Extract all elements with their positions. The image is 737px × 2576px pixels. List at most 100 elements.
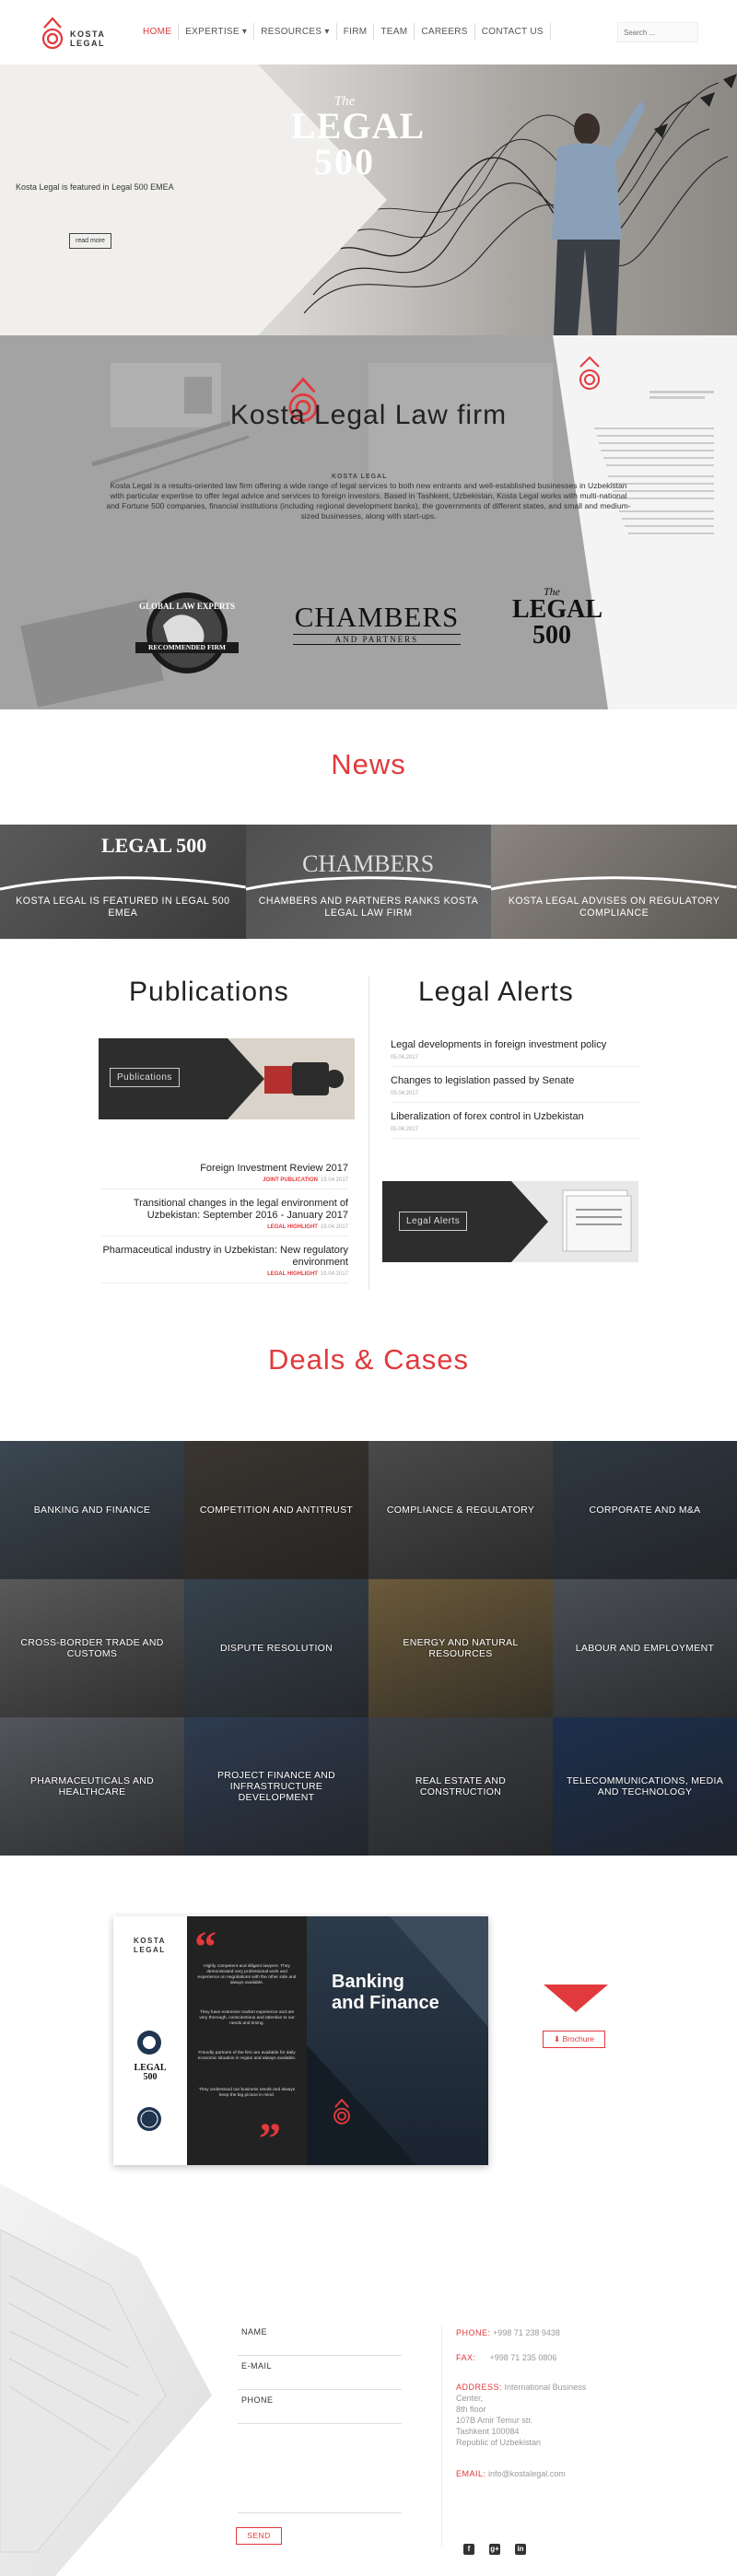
email-key: EMAIL:: [456, 2469, 486, 2478]
brochure-legal-500-logo: LEGAL 500: [134, 2064, 167, 2082]
news-card[interactable]: LEGAL 500 KOSTA LEGAL IS FEATURED IN LEG…: [0, 825, 246, 939]
linkedin-icon[interactable]: in: [515, 2544, 526, 2555]
hero-person-image: [552, 101, 646, 335]
site-header: KOSTA LEGAL HOME EXPERTISE ▾ RESOURCES ▾…: [0, 0, 737, 64]
contact-email: EMAIL: info@kostalegal.com: [456, 2468, 622, 2479]
publication-date: 19.04.2017: [320, 1224, 348, 1230]
news-card-caption: KOSTA LEGAL ADVISES ON REGULATORY COMPLI…: [508, 896, 720, 919]
email-value[interactable]: info@kostalegal.com: [488, 2469, 566, 2478]
site-logo[interactable]: KOSTA LEGAL: [39, 11, 106, 53]
contact-fax: FAX: +998 71 235 0806: [456, 2352, 622, 2363]
publication-meta: LEGAL HIGHLIGHT 19.04.2017: [101, 1271, 348, 1277]
global-law-experts-badge: GLOBAL LAW EXPERTS RECOMMENDED FIRM: [132, 589, 242, 681]
deal-tile[interactable]: LABOUR AND EMPLOYMENT: [553, 1579, 737, 1717]
legal-alerts-title: Legal Alerts: [418, 977, 574, 1007]
email-field[interactable]: E-MAIL: [238, 2356, 402, 2390]
publication-date: 19.04.2017: [320, 1271, 348, 1277]
deal-tile[interactable]: ENERGY AND NATURAL RESOURCES: [368, 1579, 553, 1717]
deal-label: CORPORATE AND M&A: [589, 1505, 701, 1516]
publication-title: Foreign Investment Review 2017: [200, 1163, 348, 1174]
deal-tile[interactable]: DISPUTE RESOLUTION: [184, 1579, 368, 1717]
publication-item[interactable]: Pharmaceutical industry in Uzbekistan: N…: [101, 1245, 348, 1283]
message-field[interactable]: [238, 2418, 402, 2513]
legal-500-legal: LEGAL: [291, 105, 426, 146]
nav-careers[interactable]: CAREERS: [414, 23, 474, 41]
brochure-cover-art: [307, 1916, 488, 2165]
nav-firm[interactable]: FIRM: [335, 23, 374, 41]
phone-value[interactable]: +998 71 238 9438: [493, 2328, 560, 2337]
publications-list: Foreign Investment Review 2017 JOINT PUB…: [101, 1163, 348, 1292]
news-card[interactable]: KOSTA LEGAL ADVISES ON REGULATORY COMPLI…: [491, 825, 737, 939]
about-watermark: KOSTA LEGAL: [332, 474, 388, 480]
news-card[interactable]: CHAMBERS CHAMBERS AND PARTNERS RANKS KOS…: [245, 825, 492, 939]
deal-tile[interactable]: COMPETITION AND ANTITRUST: [184, 1441, 368, 1579]
legal-alerts-banner[interactable]: Legal Alerts: [382, 1181, 638, 1262]
nav-home[interactable]: HOME: [136, 23, 178, 41]
publication-tag: JOINT PUBLICATION: [263, 1177, 318, 1183]
contact-info: PHONE: +998 71 238 9438 FAX: +998 71 235…: [456, 2327, 622, 2493]
nav-team[interactable]: TEAM: [373, 23, 414, 41]
publications-banner[interactable]: Publications: [99, 1038, 355, 1119]
nav-contact-us[interactable]: CONTACT US: [474, 23, 551, 41]
deal-tile[interactable]: PROJECT FINANCE AND INFRASTRUCTURE DEVEL…: [184, 1717, 368, 1856]
legal-500-badge-number: 500: [532, 621, 571, 650]
deals-grid: BANKING AND FINANCE COMPETITION AND ANTI…: [0, 1441, 737, 1856]
quote-close-icon: ”: [259, 2114, 281, 2163]
documents-stack-image: [511, 1181, 638, 1262]
publication-tag: LEGAL HIGHLIGHT: [267, 1271, 318, 1277]
award-badge-icon: [137, 2031, 161, 2055]
publication-tag: LEGAL HIGHLIGHT: [267, 1224, 318, 1230]
publication-meta: JOINT PUBLICATION 19.04.2017: [101, 1177, 348, 1183]
alert-item[interactable]: Legal developments in foreign investment…: [391, 1039, 639, 1067]
brochure-quote: Highly competent and diligent lawyers. T…: [197, 1964, 297, 1985]
deal-tile[interactable]: TELECOMMUNICATIONS, MEDIA AND TECHNOLOGY: [553, 1717, 737, 1856]
phone-key: PHONE:: [456, 2328, 491, 2337]
facebook-icon[interactable]: f: [463, 2544, 474, 2555]
address-line: Republic of Uzbekistan: [456, 2438, 542, 2447]
publication-title: Pharmaceutical industry in Uzbekistan: N…: [102, 1245, 348, 1268]
deal-tile[interactable]: REAL ESTATE AND CONSTRUCTION: [368, 1717, 553, 1856]
alert-item[interactable]: Changes to legislation passed by Senate …: [391, 1075, 639, 1103]
about-section: KOSTA LEGAL Kosta Legal Law firm Kosta L…: [0, 335, 737, 709]
send-button[interactable]: SEND: [236, 2527, 282, 2545]
publication-item[interactable]: Transitional changes in the legal enviro…: [101, 1198, 348, 1236]
fax-value: +998 71 235 0806: [489, 2353, 557, 2362]
alert-title: Changes to legislation passed by Senate: [391, 1075, 575, 1086]
brochure-quote: They understood our business needs and a…: [198, 2088, 296, 2098]
brochure-quote: They have extensive market experience an…: [199, 2010, 295, 2026]
hero-read-more-button[interactable]: read more: [69, 233, 111, 249]
brochure-title-line-2: and Finance: [332, 1993, 439, 2013]
nav-expertise[interactable]: EXPERTISE ▾: [178, 23, 253, 41]
laptop-image: [0, 2184, 212, 2576]
column-divider: [368, 977, 369, 1290]
deal-tile[interactable]: COMPLIANCE & REGULATORY: [368, 1441, 553, 1579]
social-links: f g+ in: [463, 2544, 526, 2555]
legal-500-number: 500: [314, 141, 375, 182]
deal-tile[interactable]: CROSS-BORDER TRADE AND CUSTOMS: [0, 1579, 184, 1717]
deal-tile[interactable]: BANKING AND FINANCE: [0, 1441, 184, 1579]
logo-icon: [41, 17, 64, 50]
address-line: Tashkent 100084: [456, 2427, 520, 2436]
name-field[interactable]: NAME: [238, 2322, 402, 2356]
publication-item[interactable]: Foreign Investment Review 2017 JOINT PUB…: [101, 1163, 348, 1189]
brochure-title-line-1: Banking: [332, 1972, 404, 1992]
brochure-download-button[interactable]: ⬇ Brochure: [543, 2031, 605, 2048]
deal-tile[interactable]: CORPORATE AND M&A: [553, 1441, 737, 1579]
google-plus-icon[interactable]: g+: [489, 2544, 500, 2555]
legal-alerts-banner-label: Legal Alerts: [399, 1212, 468, 1231]
search-input[interactable]: [617, 22, 698, 42]
news-card-caption: CHAMBERS AND PARTNERS RANKS KOSTA LEGAL …: [258, 896, 479, 919]
deal-tile[interactable]: PHARMACEUTICALS AND HEALTHCARE: [0, 1717, 184, 1856]
news-card-wave: [491, 876, 737, 891]
alert-date: 05.04.2017: [391, 1055, 419, 1060]
brochure-brand-line-1: KOSTA: [134, 1937, 166, 1945]
contact-address: ADDRESS: International Business Center, …: [456, 2382, 622, 2448]
alert-item[interactable]: Liberalization of forex control in Uzbek…: [391, 1111, 639, 1139]
deals-title: Deals & Cases: [267, 1343, 470, 1376]
logo-line-1: KOSTA: [70, 29, 106, 39]
chambers-subtext: AND PARTNERS: [293, 634, 461, 645]
typewriter-image: [228, 1038, 355, 1119]
legal-alerts-list: Legal developments in foreign investment…: [391, 1039, 639, 1147]
nav-resources[interactable]: RESOURCES ▾: [253, 23, 335, 41]
address-line: 107B Amir Temur str.: [456, 2416, 533, 2425]
